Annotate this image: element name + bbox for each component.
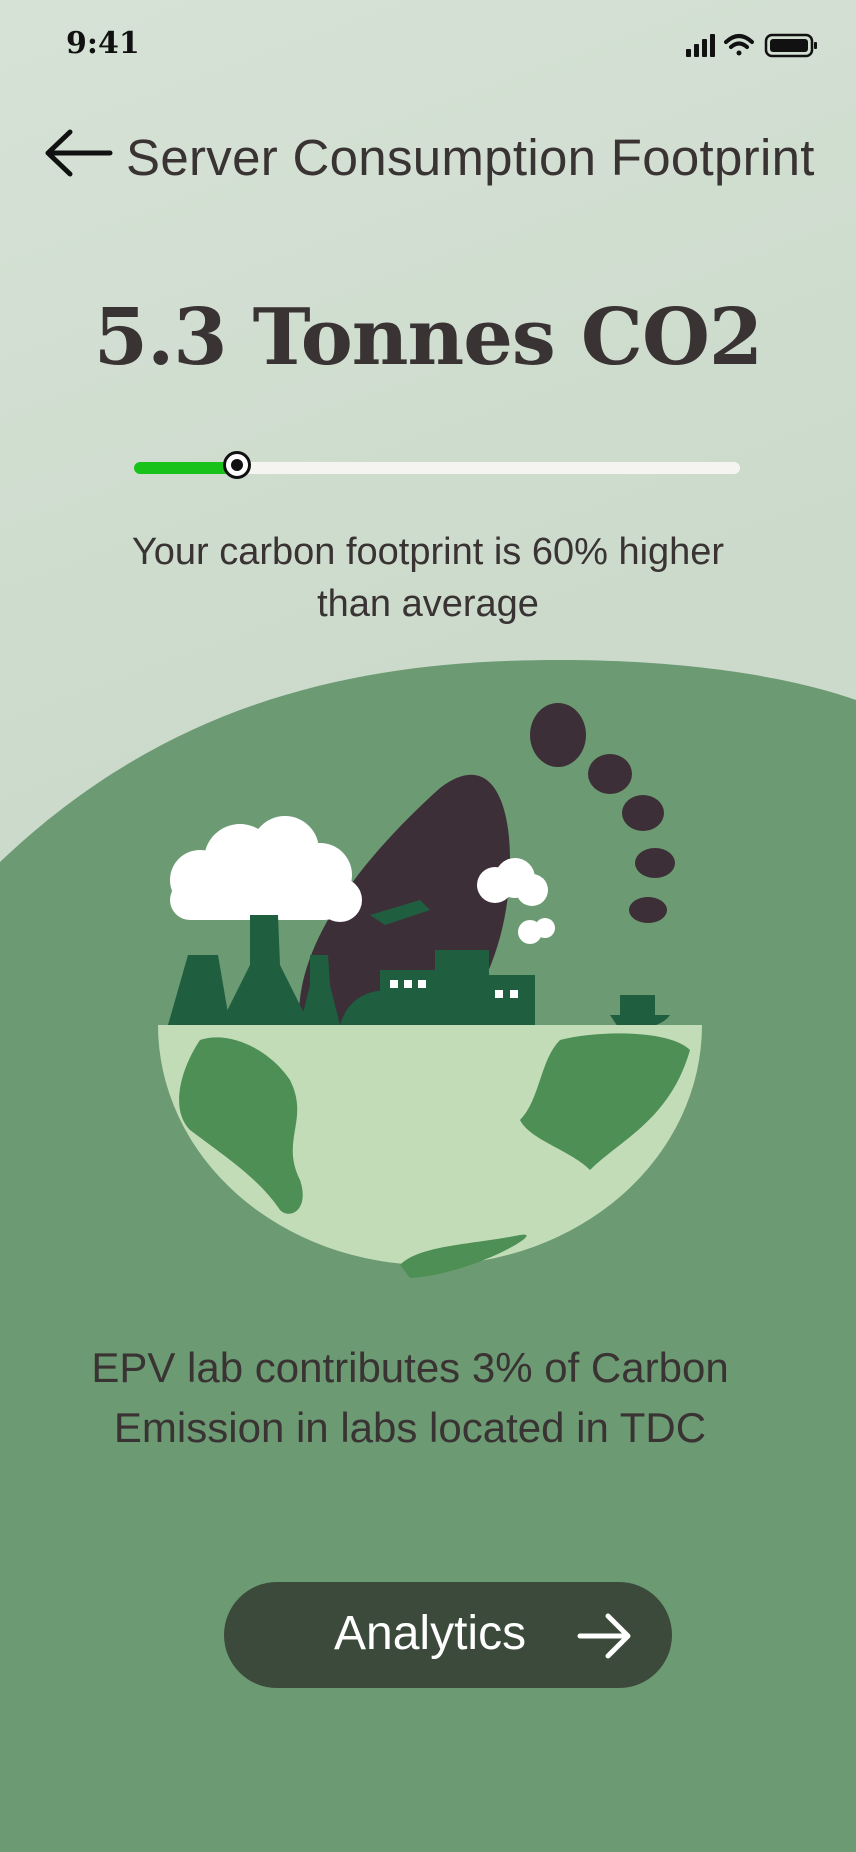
- battery-icon: [764, 33, 817, 58]
- arrow-left-icon[interactable]: [40, 128, 120, 178]
- status-icons: [686, 33, 817, 58]
- screen: 9:41 Server Consumption Footprint 5.3 To…: [0, 0, 856, 1852]
- page-title: Server Consumption Footprint: [126, 129, 815, 186]
- footprint-slider[interactable]: [134, 451, 740, 479]
- signal-icon: [686, 34, 715, 57]
- globe-footprint-pollution-illustration: [158, 703, 702, 1278]
- analytics-button-label: Analytics: [334, 1607, 527, 1660]
- slider-thumb[interactable]: [223, 451, 252, 479]
- status-time: 9:41: [66, 26, 140, 61]
- slider-fill: [134, 462, 238, 474]
- arrow-right-icon: [577, 1613, 631, 1659]
- lab-contribution-text: EPV lab contributes 3% of Carbon Emissio…: [91, 1344, 729, 1451]
- co2-headline: 5.3 Tonnes CO2: [93, 292, 763, 383]
- wifi-icon: [724, 34, 754, 56]
- analytics-button[interactable]: Analytics: [224, 1582, 672, 1688]
- footprint-description: Your carbon footprint is 60% higher than…: [131, 531, 725, 625]
